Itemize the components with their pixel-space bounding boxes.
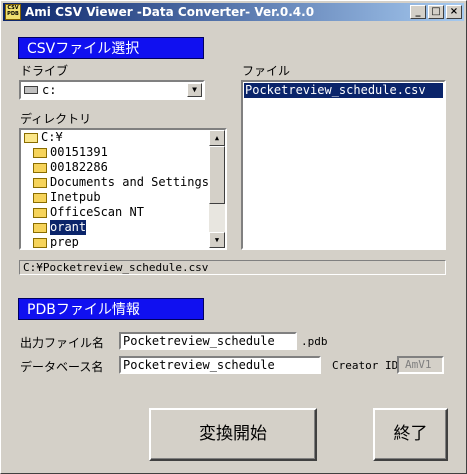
file-item[interactable]: Pocketreview_schedule.csv	[244, 83, 443, 98]
pdb-section-heading: PDBファイル情報	[18, 298, 204, 320]
folder-icon	[33, 192, 47, 203]
output-name-label: 出力ファイル名	[20, 336, 105, 350]
directory-item[interactable]: Inetpub	[21, 190, 209, 205]
convert-button[interactable]: 変換開始	[149, 408, 317, 461]
folder-open-icon	[24, 132, 38, 143]
db-name-input[interactable]: Pocketreview_schedule	[119, 356, 321, 374]
directory-label: ディレクトリ	[20, 112, 92, 126]
db-name-label: データベース名	[20, 360, 104, 374]
scroll-up-icon[interactable]: ▲	[209, 130, 225, 146]
output-ext-label: .pdb	[301, 335, 328, 348]
directory-item[interactable]: orant	[21, 220, 209, 235]
directory-list[interactable]: C:¥ 00151391 00182286 Documents and Setting…	[19, 128, 227, 250]
chevron-down-icon[interactable]: ▼	[187, 83, 202, 97]
directory-item[interactable]: OfficeScan NT	[21, 205, 209, 220]
folder-icon	[33, 147, 47, 158]
window-title: Ami CSV Viewer -Data Converter- Ver.0.4.…	[25, 5, 315, 19]
directory-items: C:¥ 00151391 00182286 Documents and Setting…	[21, 130, 209, 249]
directory-item-label: OfficeScan NT	[50, 205, 144, 219]
directory-item-label: Documents and Settings	[50, 175, 209, 189]
drive-select[interactable]: c: ▼	[19, 80, 205, 100]
directory-item[interactable]: 00182286	[21, 160, 209, 175]
directory-scrollbar[interactable]: ▲ ▼	[209, 130, 225, 248]
creator-id-label: Creator ID	[332, 359, 399, 372]
folder-icon	[33, 222, 47, 233]
scroll-down-icon[interactable]: ▼	[209, 232, 225, 248]
directory-item-label: Inetpub	[50, 190, 101, 204]
exit-button[interactable]: 終了	[373, 408, 448, 461]
folder-icon	[33, 237, 47, 248]
title-bar[interactable]: CSV PDB Ami CSV Viewer -Data Converter- …	[3, 3, 464, 21]
file-label: ファイル	[242, 64, 291, 78]
maximize-button[interactable]: □	[428, 5, 444, 19]
directory-item-label: prep	[50, 235, 79, 249]
scroll-thumb[interactable]	[209, 146, 225, 204]
file-list[interactable]: Pocketreview_schedule.csv	[241, 80, 446, 250]
creator-id-input[interactable]: AmV1	[397, 356, 444, 374]
directory-item[interactable]: prep	[21, 235, 209, 249]
directory-item-label: 00182286	[50, 160, 108, 174]
folder-icon	[33, 177, 47, 188]
close-button[interactable]: ×	[446, 5, 462, 19]
folder-icon	[33, 207, 47, 218]
drive-value: c:	[42, 83, 57, 97]
drive-label: ドライブ	[20, 64, 69, 78]
app-icon: CSV PDB	[5, 4, 21, 20]
directory-item-label: C:¥	[41, 130, 63, 144]
output-name-input[interactable]: Pocketreview_schedule	[119, 332, 297, 350]
directory-item[interactable]: 00151391	[21, 145, 209, 160]
directory-item[interactable]: C:¥	[21, 130, 209, 145]
directory-item-label: 00151391	[50, 145, 108, 159]
app-window: CSV PDB Ami CSV Viewer -Data Converter- …	[0, 0, 467, 474]
window-controls: _ □ ×	[410, 5, 462, 19]
directory-item-label: orant	[50, 220, 87, 235]
drive-icon	[24, 86, 38, 94]
folder-icon	[33, 162, 47, 173]
selected-path-display: C:¥Pocketreview_schedule.csv	[19, 260, 446, 275]
csv-section-heading: CSVファイル選択	[18, 37, 204, 59]
directory-item[interactable]: Documents and Settings	[21, 175, 209, 190]
minimize-button[interactable]: _	[410, 5, 426, 19]
